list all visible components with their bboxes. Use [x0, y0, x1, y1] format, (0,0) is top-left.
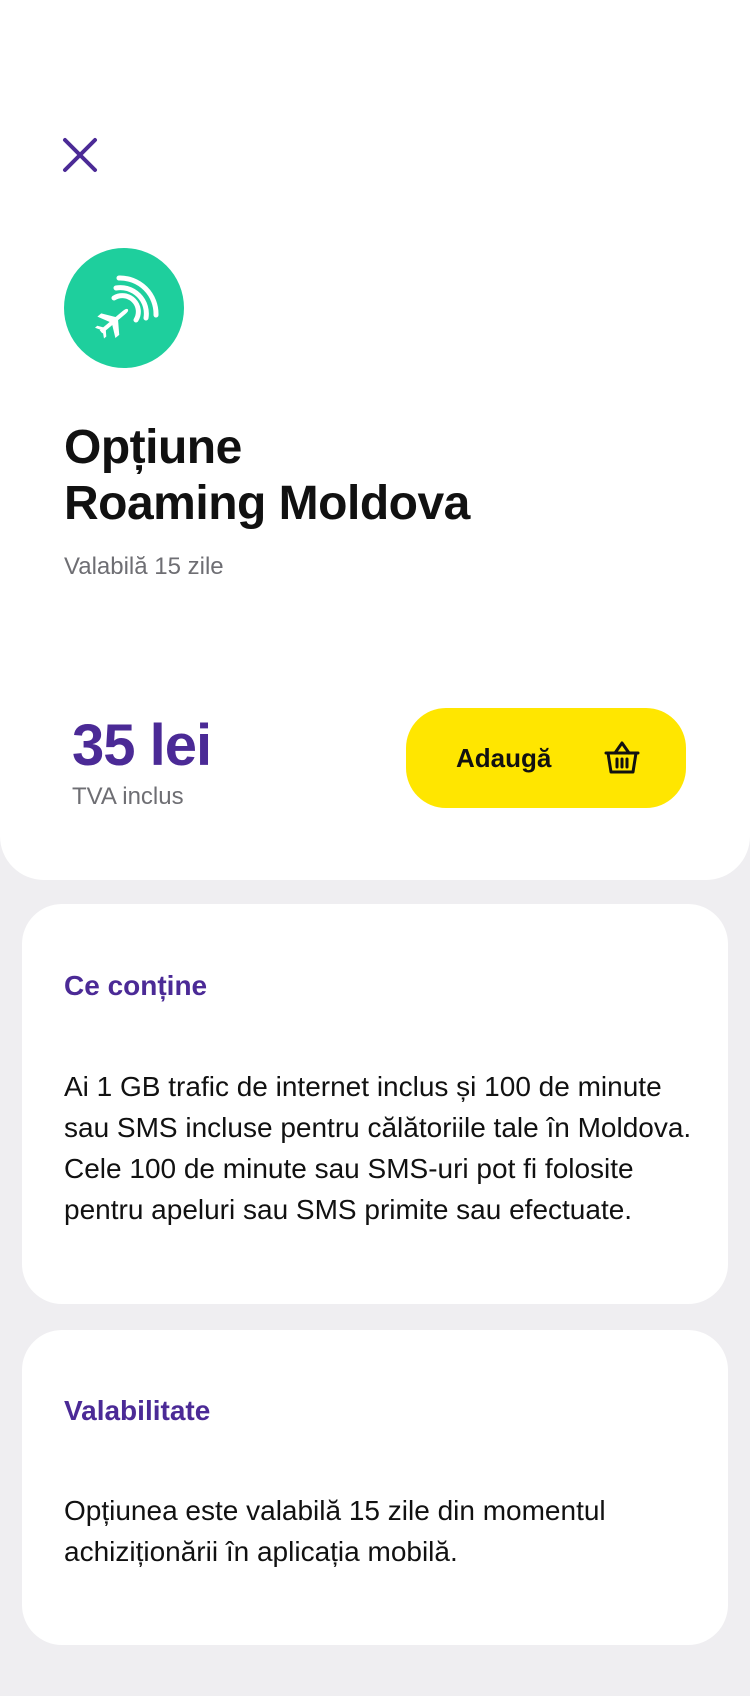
price-value: 35 lei [72, 713, 212, 778]
option-hero: Opțiune Roaming Moldova Valabilă 15 zile… [0, 0, 750, 880]
roaming-option-page: Opțiune Roaming Moldova Valabilă 15 zile… [0, 0, 750, 1696]
price-note: TVA inclus [72, 783, 184, 810]
page-title: Opțiune Roaming Moldova [64, 420, 470, 532]
add-button-label: Adaugă [456, 742, 552, 773]
validity-card [22, 1330, 728, 1645]
roaming-badge [64, 248, 184, 368]
contents-title: Ce conține [64, 970, 208, 1001]
page-title-line1: Opțiune [64, 421, 242, 474]
close-icon[interactable] [60, 135, 100, 175]
plane-signal-icon [94, 275, 159, 339]
validity-subtitle: Valabilă 15 zile [64, 553, 224, 580]
close-button[interactable] [60, 135, 100, 175]
basket-icon [604, 741, 640, 774]
validity-title: Valabilitate [64, 1395, 211, 1426]
add-to-cart-button[interactable]: Adaugă [406, 708, 686, 808]
validity-body: Opțiunea este valabilă 15 zile din momen… [64, 1495, 606, 1567]
contents-body: Ai 1 GB trafic de internet inclus și 100… [64, 1071, 692, 1225]
page-title-line2: Roaming Moldova [64, 477, 470, 530]
